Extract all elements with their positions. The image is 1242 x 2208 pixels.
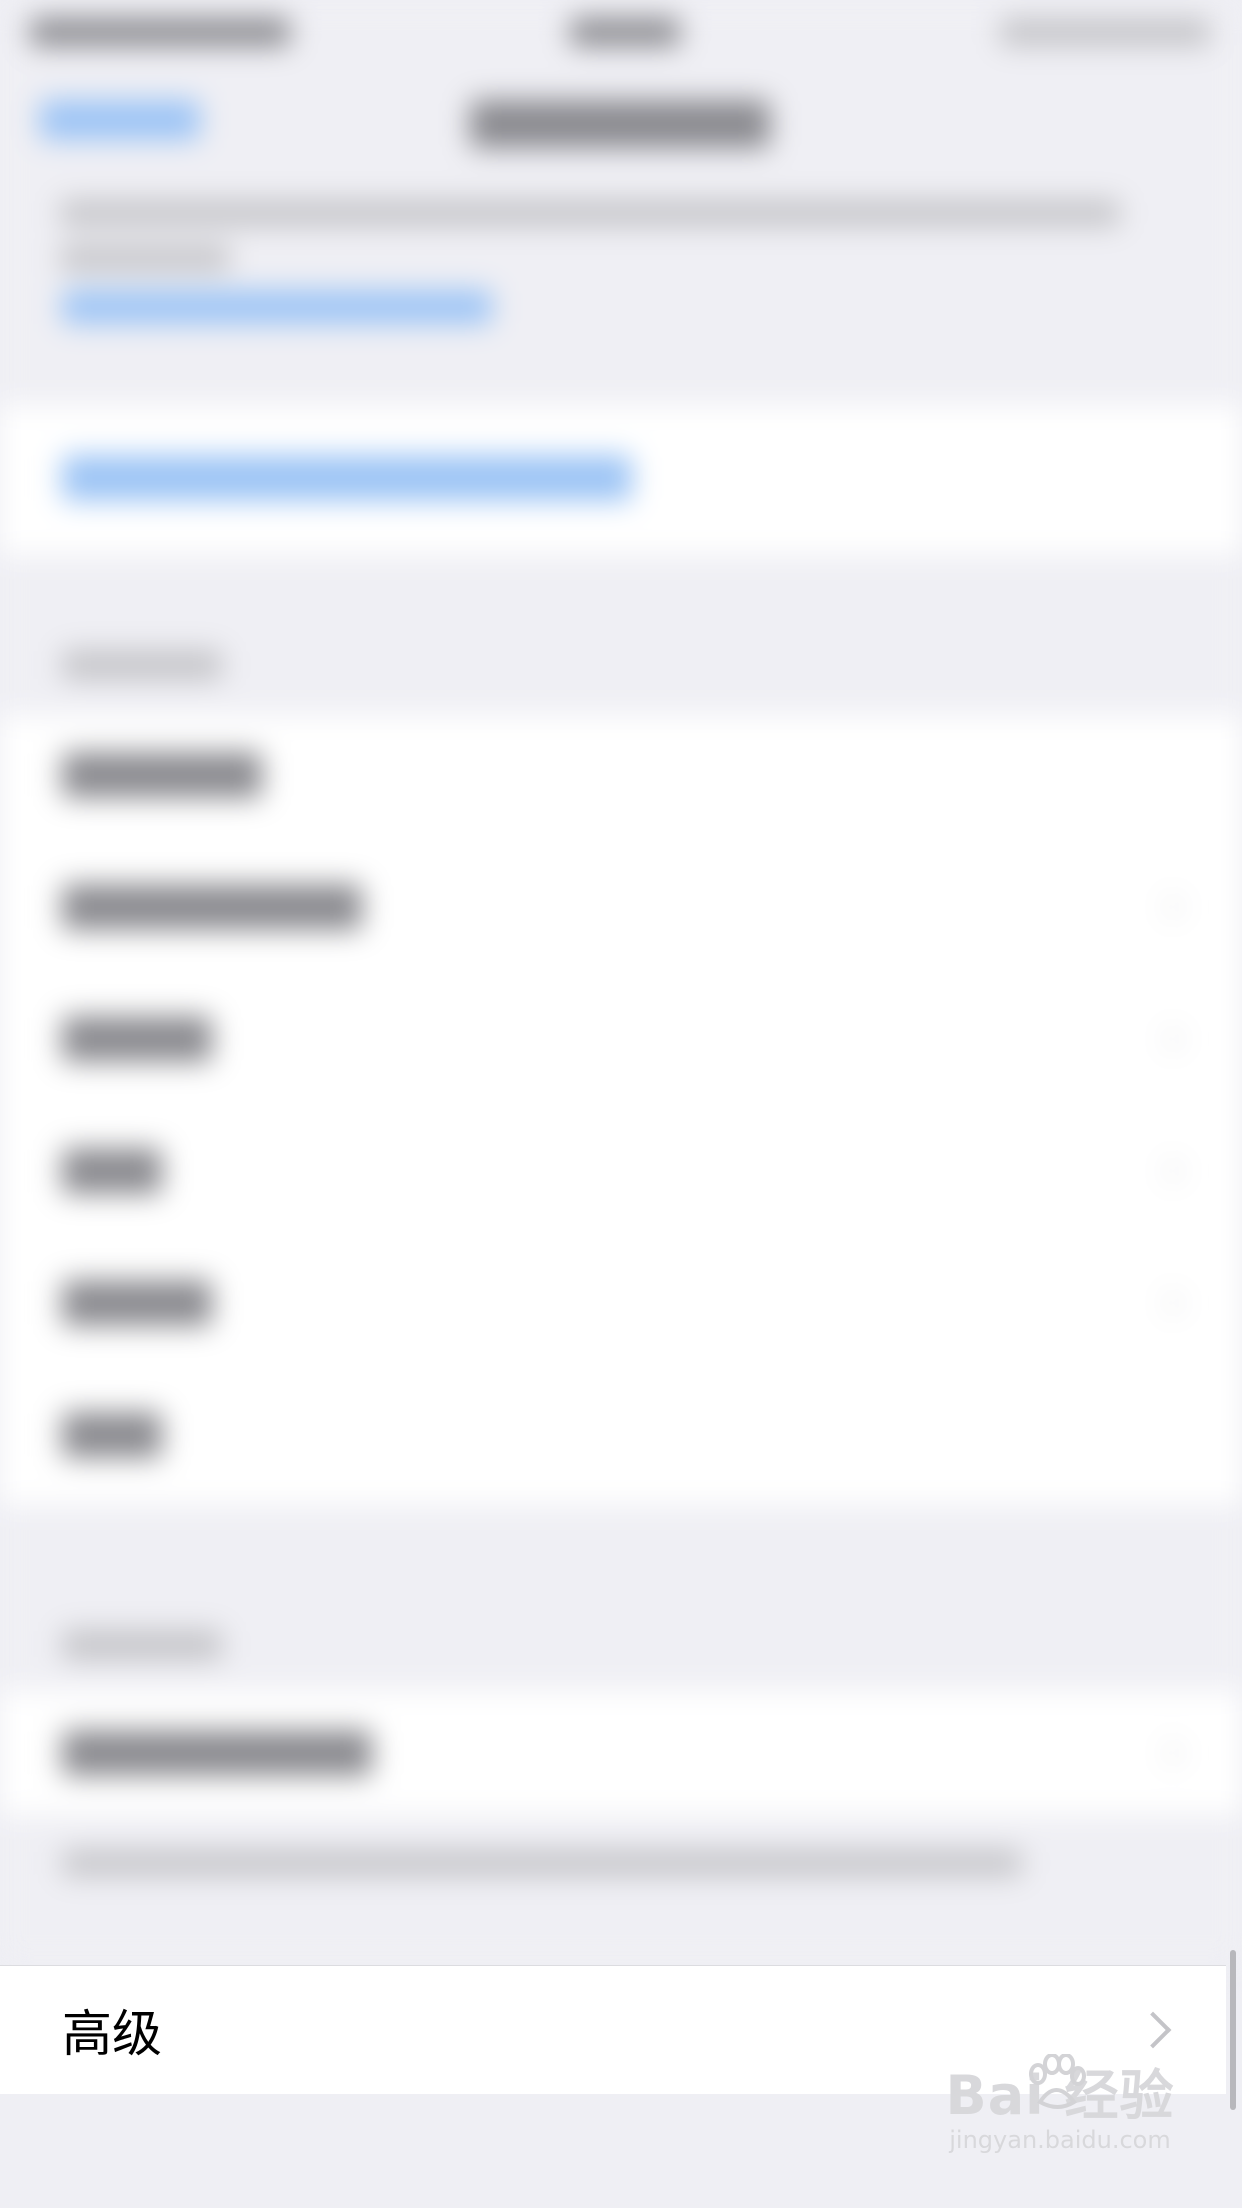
section-header-1 bbox=[62, 650, 222, 680]
settings-group-1 bbox=[0, 715, 1242, 1505]
chevron-right-icon bbox=[1134, 2011, 1172, 2049]
description-link[interactable] bbox=[62, 290, 492, 324]
footer-note bbox=[62, 1850, 1022, 1876]
status-bar-left bbox=[30, 18, 290, 46]
scroll-indicator[interactable] bbox=[1230, 1950, 1236, 2110]
watermark: Bai 经验 jingyan.baidu.com bbox=[940, 2054, 1180, 2186]
row-7-label bbox=[62, 1730, 372, 1776]
action-row-label bbox=[62, 455, 632, 501]
nav-back-button[interactable] bbox=[40, 100, 200, 140]
row-4-label bbox=[62, 1148, 162, 1194]
advanced-label: 高级 bbox=[62, 2005, 162, 2063]
row-5-label bbox=[62, 1280, 212, 1326]
description-line-1 bbox=[60, 200, 1120, 226]
watermark-url: jingyan.baidu.com bbox=[949, 2126, 1171, 2154]
description-line-2 bbox=[60, 245, 230, 271]
row-3-label bbox=[62, 1016, 212, 1062]
nav-title bbox=[470, 100, 770, 148]
paw-icon bbox=[1029, 2054, 1086, 2109]
section-header-2 bbox=[62, 1630, 222, 1660]
row-2-label bbox=[62, 884, 362, 930]
blurred-background bbox=[0, 0, 1242, 1965]
row-6-label bbox=[62, 1412, 162, 1458]
status-bar-right bbox=[1000, 18, 1210, 46]
row-1-label bbox=[62, 752, 262, 798]
status-bar-time bbox=[570, 18, 680, 46]
